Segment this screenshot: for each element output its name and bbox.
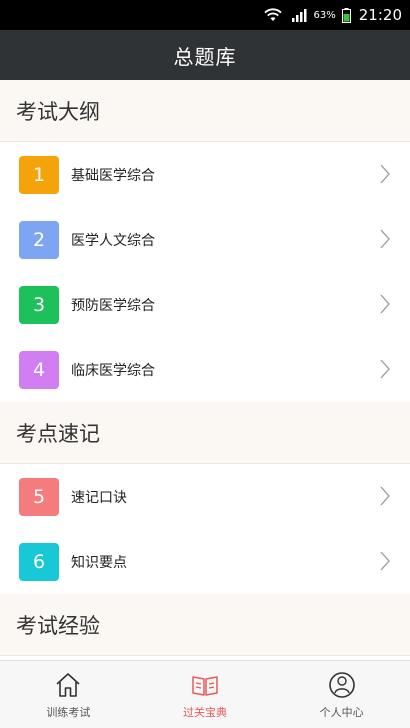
- tab-personal-center[interactable]: 个人中心: [273, 661, 410, 728]
- item-label: 临床医学综合: [71, 362, 155, 379]
- number-badge: 3: [19, 285, 59, 324]
- tab-label: 训练考试: [46, 705, 91, 719]
- number-badge: 2: [19, 220, 59, 259]
- app-header: 总题库: [0, 30, 410, 80]
- status-bar: 63% 21:20: [0, 0, 410, 30]
- signal-icon: [291, 9, 307, 22]
- clock: 21:20: [358, 6, 402, 24]
- battery-icon: [341, 7, 351, 23]
- item-label: 速记口诀: [71, 489, 127, 506]
- tab-label: 个人中心: [319, 705, 364, 719]
- list-item-basic-medicine[interactable]: 1 基础医学综合: [0, 142, 410, 207]
- number-badge: 1: [19, 155, 59, 194]
- number-badge: 6: [19, 542, 59, 581]
- tab-pass-guide[interactable]: 过关宝典: [137, 661, 274, 728]
- section-header-quick-notes: 考点速记: [0, 402, 410, 464]
- chevron-right-icon: [380, 164, 390, 184]
- list-item-preventive-medicine[interactable]: 3 预防医学综合: [0, 272, 410, 337]
- item-label: 基础医学综合: [71, 167, 155, 184]
- list-item-key-points[interactable]: 6 知识要点: [0, 529, 410, 594]
- content-list: 考试大纲 1 基础医学综合 2 医学人文综合 3 预防医学综合 4 临床医学综合: [0, 80, 410, 660]
- book-icon: [192, 675, 218, 696]
- wifi-icon: [263, 8, 282, 21]
- section-title: 考试经验: [16, 613, 100, 638]
- section-header-outline: 考试大纲: [0, 80, 410, 142]
- item-label: 预防医学综合: [71, 297, 155, 314]
- section-title: 考点速记: [16, 421, 100, 446]
- number-badge: 4: [19, 350, 59, 389]
- person-icon: [328, 671, 355, 698]
- battery-percent: 63%: [313, 9, 336, 21]
- section-header-exam-experience: 考试经验: [0, 594, 410, 656]
- number-badge: 5: [19, 477, 59, 516]
- bottom-tab-bar: 训练考试 过关宝典 个人中心: [0, 660, 410, 728]
- chevron-right-icon: [380, 551, 390, 571]
- list-item-clinical-medicine[interactable]: 4 临床医学综合: [0, 337, 410, 402]
- tab-label: 过关宝典: [183, 705, 227, 719]
- chevron-right-icon: [380, 294, 390, 314]
- list-item-mnemonics[interactable]: 5 速记口诀: [0, 464, 410, 529]
- home-icon: [56, 672, 80, 697]
- chevron-right-icon: [380, 359, 390, 379]
- chevron-right-icon: [380, 229, 390, 249]
- tab-training-exam[interactable]: 训练考试: [0, 661, 137, 728]
- item-label: 医学人文综合: [71, 232, 155, 249]
- item-label: 知识要点: [71, 554, 127, 571]
- section-title: 考试大纲: [16, 99, 100, 124]
- page-title: 总题库: [173, 44, 237, 69]
- list-item-medical-humanities[interactable]: 2 医学人文综合: [0, 207, 410, 272]
- chevron-right-icon: [380, 486, 390, 506]
